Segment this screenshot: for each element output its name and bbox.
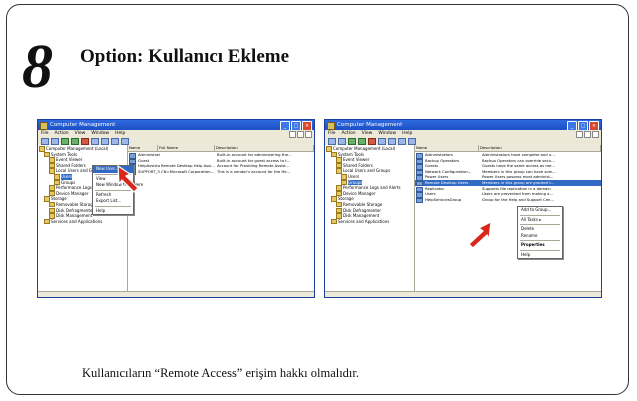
menu-action[interactable]: Action — [55, 130, 69, 137]
show-tree-icon[interactable] — [71, 137, 79, 145]
refresh-icon[interactable] — [398, 137, 406, 145]
menu-action[interactable]: Action — [342, 130, 356, 137]
column-header-name[interactable]: Name — [128, 145, 158, 151]
context-menu-item[interactable]: Rename — [518, 233, 562, 240]
mdi-minimize-button[interactable] — [576, 131, 583, 138]
step-number: 8 — [22, 33, 53, 101]
caption: Kullanıcıların “Remote Access” erişim ha… — [82, 366, 360, 380]
list-header: Name Description — [415, 145, 601, 152]
mdi-close-button[interactable] — [305, 131, 312, 138]
mdi-minimize-button[interactable] — [289, 131, 296, 138]
menu-window[interactable]: Window — [91, 130, 109, 137]
mdi-controls — [289, 131, 312, 138]
user-icon — [416, 197, 423, 204]
screenshot-groups: Computer Management _ □ × File Action View Wind… — [324, 119, 602, 298]
step-title: Option: Kullanıcı Ekleme — [80, 46, 290, 67]
help-icon[interactable] — [388, 137, 396, 145]
red-arrow-pointer-icon — [117, 164, 139, 193]
context-menu-separator — [95, 205, 131, 207]
window-title: Computer Management — [337, 122, 403, 128]
mdi-restore-button[interactable] — [584, 131, 591, 138]
context-menu-item[interactable]: Export List... — [93, 198, 133, 205]
menu-help[interactable]: Help — [402, 130, 412, 137]
context-menu-item[interactable]: Help — [518, 252, 562, 259]
tree-item-label: Services and Applications — [51, 218, 103, 224]
title-bar: Computer Management _ □ × — [38, 120, 314, 131]
title-bar: Computer Management _ □ × — [325, 120, 601, 131]
context-menu-separator — [520, 249, 560, 251]
context-menu-item[interactable]: All Tasks ▸ — [518, 217, 562, 224]
computer-management-icon — [40, 122, 48, 130]
context-menu-separator — [520, 224, 560, 225]
folder-icon — [44, 218, 50, 225]
status-bar — [38, 291, 314, 297]
forward-icon[interactable] — [338, 137, 346, 145]
column-header-description[interactable]: Description — [215, 145, 314, 151]
up-icon[interactable] — [348, 137, 356, 145]
list-cell: Group for the Help and Support Cen... — [482, 196, 555, 202]
back-icon[interactable] — [41, 137, 49, 145]
context-menu-item[interactable]: Help — [93, 208, 133, 215]
context-menu-separator — [520, 214, 560, 216]
list-cell: This is a vendor's account for the He... — [217, 168, 291, 174]
status-bar — [325, 291, 601, 297]
computer-management-icon — [327, 122, 335, 130]
content-panes: Computer Management (Local) System Tools E… — [38, 145, 314, 292]
menu-bar: File Action View Window Help — [38, 130, 314, 138]
list-header: Name Full Name Description — [128, 145, 314, 152]
help-icon[interactable] — [101, 137, 109, 145]
red-arrow-pointer-icon — [468, 220, 492, 249]
mdi-restore-button[interactable] — [297, 131, 304, 138]
tree-item[interactable]: Services and Applications — [326, 219, 413, 225]
refresh-icon[interactable] — [111, 137, 119, 145]
window-title: Computer Management — [50, 122, 116, 128]
context-menu-item[interactable]: Add to Group... — [518, 207, 562, 214]
list-cell: CN=Microsoft Corporation... — [161, 168, 215, 174]
list-row[interactable]: SUPPORT_38...CN=Microsoft Corporation...… — [128, 168, 314, 176]
menu-file[interactable]: File — [41, 130, 49, 137]
screenshot-users: Computer Management _ □ × File Action View Wind… — [37, 119, 315, 298]
context-menu-item[interactable]: Properties — [518, 242, 562, 249]
menu-window[interactable]: Window — [378, 130, 396, 137]
folder-icon — [331, 218, 337, 225]
menu-view[interactable]: View — [75, 130, 86, 137]
back-icon[interactable] — [328, 137, 336, 145]
export-icon[interactable] — [408, 137, 416, 145]
forward-icon[interactable] — [51, 137, 59, 145]
column-header-full-name[interactable]: Full Name — [158, 145, 215, 151]
menu-help[interactable]: Help — [115, 130, 125, 137]
list-cell: HelpServicesGroup — [425, 196, 462, 202]
list-pane: NameFull NameDescriptionAdministratorBui… — [128, 145, 314, 292]
column-header-name[interactable]: Name — [415, 145, 479, 151]
up-icon[interactable] — [61, 137, 69, 145]
properties-icon[interactable] — [378, 137, 386, 145]
delete-icon[interactable] — [368, 137, 376, 145]
list-pane: Name Description Administrators Administrat… — [415, 145, 601, 292]
menu-file[interactable]: File — [328, 130, 336, 137]
tree-item[interactable]: Services and Applications — [39, 219, 126, 225]
context-menu-separator — [520, 240, 560, 241]
tree-pane: Computer Management (Local) System Tools E… — [325, 145, 415, 292]
menu-bar: File Action View Window Help — [325, 130, 601, 138]
export-icon[interactable] — [121, 137, 129, 145]
context-menu: Add to Group... All Tasks ▸ Delete Rename Pr… — [517, 206, 563, 259]
properties-icon[interactable] — [91, 137, 99, 145]
tree-item-label: Services and Applications — [338, 218, 390, 224]
mdi-close-button[interactable] — [592, 131, 599, 138]
column-header-description[interactable]: Description — [479, 145, 601, 151]
mdi-controls — [576, 131, 599, 138]
list-row[interactable]: HelpServicesGroup Group for the Help and … — [415, 196, 601, 204]
show-tree-icon[interactable] — [358, 137, 366, 145]
delete-icon[interactable] — [81, 137, 89, 145]
menu-view[interactable]: View — [362, 130, 373, 137]
